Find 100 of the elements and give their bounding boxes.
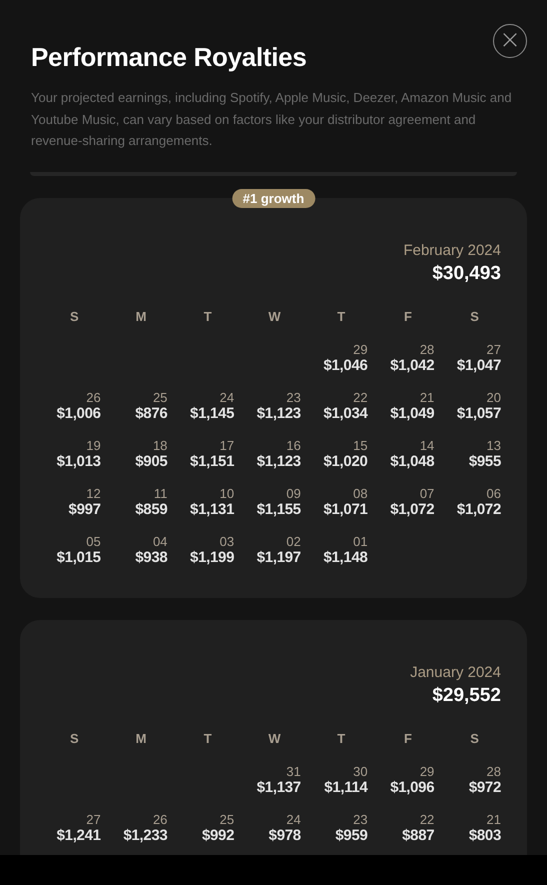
day-number: 23 [286,390,301,404]
day-earnings: $1,006 [56,404,101,422]
weekday-label: W [267,308,282,324]
day-number: 23 [353,812,368,826]
day-number: 10 [220,486,234,500]
day-number: 16 [286,438,301,452]
weekday-label: S [69,308,80,324]
weekday-label: T [336,308,346,324]
day-number: 01 [353,534,368,548]
day-number: 08 [353,486,368,500]
day-earnings: $1,197 [256,548,301,566]
day-earnings: $1,233 [123,826,168,844]
weekday-label: W [267,730,282,746]
day-number: 02 [286,534,301,548]
day-number: 24 [286,812,301,826]
day-number: 17 [220,438,234,452]
day-earnings: $1,123 [256,452,301,470]
day-earnings: $1,131 [190,500,234,518]
day-number: 13 [486,438,501,452]
day-number: 05 [86,534,101,548]
day-number: 27 [86,812,101,826]
day-number: 07 [420,486,434,500]
day-number: 26 [86,390,101,404]
day-number: 25 [220,812,234,826]
day-number: 28 [486,764,501,778]
day-earnings: $803 [468,826,501,844]
weekday-label: M [134,730,148,746]
day-earnings: $1,096 [390,778,434,796]
day-earnings: $1,071 [323,500,368,518]
day-number: 25 [152,390,168,404]
day-number: 30 [353,764,368,778]
day-earnings: $992 [202,826,234,844]
day-earnings: $859 [135,500,168,518]
weekday-label: S [469,730,480,746]
day-number: 04 [152,534,168,548]
day-number: 03 [220,534,234,548]
day-earnings: $955 [468,452,501,470]
day-number: 14 [420,438,434,452]
weekday-label: T [202,730,213,746]
month-label: February 2024 [403,242,501,258]
day-earnings: $997 [68,500,101,518]
day-earnings: $887 [402,826,434,844]
day-earnings: $1,114 [324,778,368,796]
day-number: 20 [486,390,501,404]
day-number: 11 [154,486,168,500]
day-number: 21 [420,390,434,404]
month-total: $29,552 [432,684,501,706]
day-earnings: $1,072 [390,500,434,518]
day-earnings: $1,123 [256,404,301,422]
day-number: 24 [220,390,234,404]
day-number: 18 [152,438,168,452]
day-number: 19 [86,438,101,452]
day-number: 22 [353,390,368,404]
day-number: 06 [486,486,501,500]
day-earnings: $1,199 [190,548,234,566]
day-number: 21 [486,812,501,826]
day-earnings: $876 [135,404,168,422]
day-number: 12 [86,486,101,500]
day-number: 28 [420,342,434,356]
day-earnings: $1,072 [456,500,501,518]
page-title: Performance Royalties [31,42,306,73]
weekday-label: S [69,730,80,746]
weekday-label: F [402,730,413,746]
day-earnings: $1,057 [456,404,501,422]
day-earnings: $1,046 [323,356,368,374]
day-number: 09 [286,486,301,500]
day-number: 31 [286,764,301,778]
day-earnings: $1,020 [323,452,368,470]
day-earnings: $1,015 [56,548,101,566]
weekday-label: T [336,730,346,746]
day-earnings: $959 [335,826,368,844]
day-earnings: $1,049 [390,404,434,422]
weekday-label: T [202,308,213,324]
day-earnings: $1,151 [190,452,234,470]
growth-badge: #1 growth [232,188,316,208]
day-earnings: $1,148 [323,548,368,566]
day-earnings: $1,042 [390,356,434,374]
day-earnings: $1,241 [56,826,101,844]
day-number: 15 [353,438,368,452]
weekday-label: F [402,308,413,324]
month-total: $30,493 [432,262,501,284]
day-earnings: $972 [468,778,501,796]
day-earnings: $905 [135,452,168,470]
month-label: January 2024 [410,664,501,680]
weekday-label: M [134,308,148,324]
weekday-label: S [469,308,480,324]
day-earnings: $1,047 [456,356,501,374]
close-button[interactable]: × [493,24,527,58]
day-number: 29 [353,342,368,356]
day-number: 22 [420,812,434,826]
day-earnings: $1,048 [390,452,434,470]
day-number: 26 [152,812,168,826]
day-earnings: $1,155 [256,500,301,518]
day-number: 27 [486,342,501,356]
day-number: 29 [420,764,434,778]
day-earnings: $978 [268,826,301,844]
day-earnings: $1,145 [190,404,234,422]
description-text: Your projected earnings, including Spotify, Apple Music, Deezer, Amazon Music and Youtube Music, can vary based on factors like your distributor agreement and revenue-sharing arrangements. [31,89,513,150]
day-earnings: $1,137 [256,778,301,796]
day-earnings: $1,013 [56,452,101,470]
